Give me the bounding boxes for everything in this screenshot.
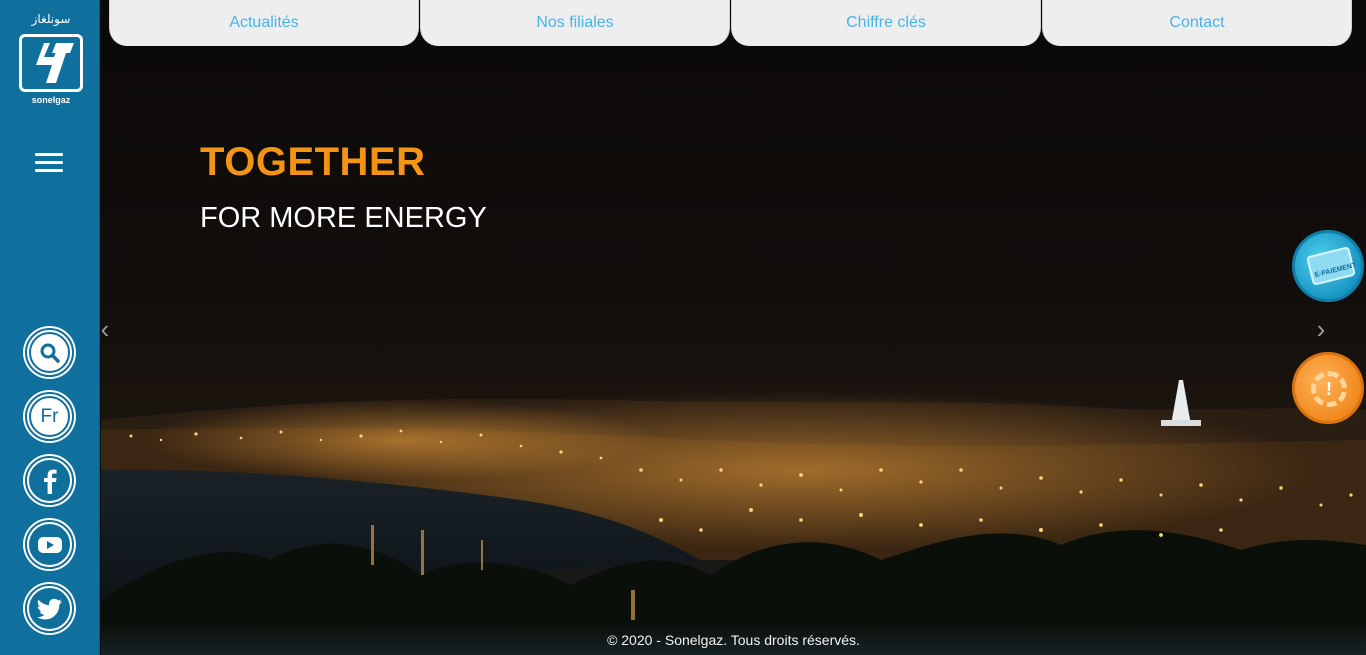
logo-arabic-text: سونلغاز: [31, 12, 71, 26]
copyright-text: © 2020 - Sonelgaz. Tous droits réservés.: [607, 632, 860, 648]
top-nav: Actualités Nos filiales Chiffre clés Con…: [109, 0, 1352, 46]
facebook-button[interactable]: [25, 456, 74, 505]
city-night-image: [101, 380, 1366, 655]
twitter-button[interactable]: [25, 584, 74, 633]
hamburger-icon[interactable]: [35, 153, 63, 175]
hero-slogan-sub: FOR MORE ENERGY: [200, 202, 487, 234]
search-icon: [40, 343, 60, 363]
slider-prev-arrow-icon[interactable]: ‹: [97, 316, 113, 342]
search-button[interactable]: [25, 328, 74, 377]
sonelgaz-logo[interactable]: سونلغاز sonelgaz: [16, 10, 86, 114]
hero-slogan-main: TOGETHER: [200, 140, 426, 184]
youtube-button[interactable]: [25, 520, 74, 569]
nav-nos-filiales[interactable]: Nos filiales: [420, 0, 730, 46]
payment-card-icon: E-PAIEMENT: [1306, 246, 1358, 286]
logo-emblem-icon: [32, 43, 74, 83]
alert-button[interactable]: !: [1292, 352, 1364, 424]
language-label: Fr: [40, 405, 59, 427]
sidebar: سونلغاز sonelgaz Fr: [0, 0, 100, 655]
alert-mark: !: [1326, 378, 1332, 399]
nav-chiffre-cles[interactable]: Chiffre clés: [731, 0, 1041, 46]
twitter-icon: [36, 598, 62, 619]
logo-emblem: [19, 34, 83, 92]
hero-banner: TOGETHER FOR MORE ENERGY: [101, 0, 1366, 655]
e-payment-label: E-PAIEMENT: [1314, 261, 1358, 280]
gear-alert-icon: !: [1311, 371, 1347, 407]
footer: © 2020 - Sonelgaz. Tous droits réservés.: [101, 623, 1366, 655]
facebook-icon: [43, 469, 57, 494]
e-payment-button[interactable]: E-PAIEMENT: [1292, 230, 1364, 302]
youtube-icon: [37, 536, 62, 553]
language-button[interactable]: Fr: [25, 392, 74, 441]
slider-next-arrow-icon[interactable]: ›: [1313, 316, 1329, 342]
logo-wordmark: sonelgaz: [31, 95, 71, 105]
nav-contact[interactable]: Contact: [1042, 0, 1352, 46]
nav-actualites[interactable]: Actualités: [109, 0, 419, 46]
